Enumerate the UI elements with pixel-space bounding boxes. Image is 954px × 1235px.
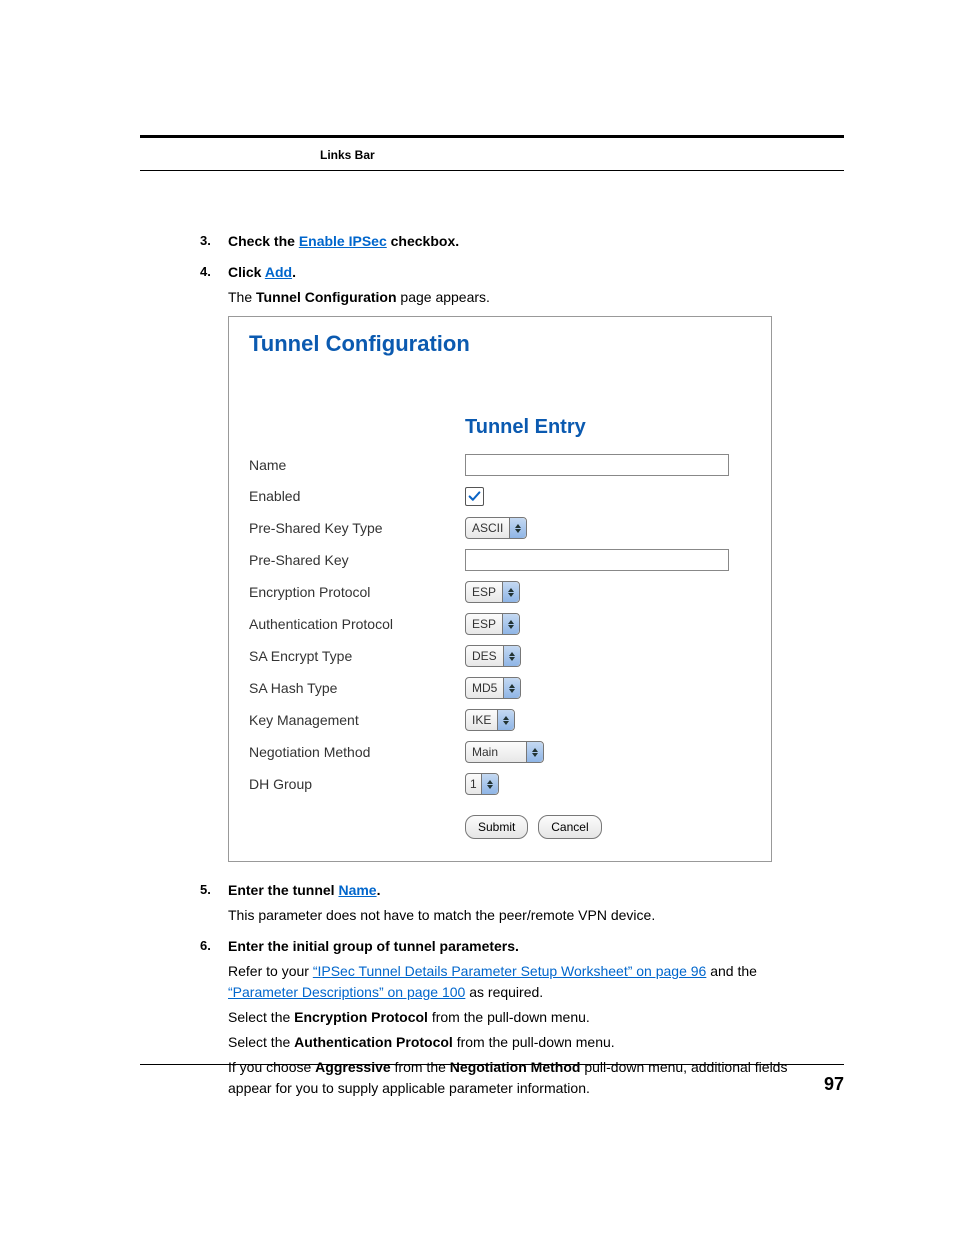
s6-l1-post: as required. (465, 984, 543, 1000)
neg-method-value: Main (466, 742, 526, 762)
psk-type-value: ASCII (466, 518, 509, 538)
step-6-line1: Refer to your “IPSec Tunnel Details Para… (228, 961, 824, 1003)
s6-l4-bold2: Negotiation Method (450, 1059, 581, 1075)
step-6: 6. Enter the initial group of tunnel par… (200, 936, 824, 1099)
s6-l3-pre: Select the (228, 1034, 294, 1050)
label-neg-method: Negotiation Method (249, 742, 465, 763)
label-psk-type: Pre-Shared Key Type (249, 518, 465, 539)
step-3-pre: Check the (228, 233, 299, 249)
link-add[interactable]: Add (265, 264, 292, 280)
step-5-pre: Enter the tunnel (228, 882, 338, 898)
label-dh-group: DH Group (249, 774, 465, 795)
s6-l4-bold1: Aggressive (315, 1059, 390, 1075)
step-5: 5. Enter the tunnel Name. This parameter… (200, 880, 824, 926)
enc-proto-value: ESP (466, 582, 502, 602)
name-input[interactable] (465, 454, 729, 476)
form-title: Tunnel Configuration (249, 327, 751, 360)
sa-hash-select[interactable]: MD5 (465, 677, 521, 699)
step-4-sub-pre: The (228, 289, 256, 305)
label-enc-proto: Encryption Protocol (249, 582, 465, 603)
label-psk: Pre-Shared Key (249, 550, 465, 571)
label-sa-hash: SA Hash Type (249, 678, 465, 699)
page-number: 97 (824, 1074, 844, 1095)
checkmark-icon (468, 490, 481, 503)
step-5-number: 5. (200, 880, 211, 900)
page: Links Bar 3. Check the Enable IPSec chec… (0, 0, 954, 1235)
stepper-icon (503, 678, 520, 698)
s6-l3-post: from the pull-down menu. (453, 1034, 615, 1050)
stepper-icon (497, 710, 514, 730)
step-5-post: . (377, 882, 381, 898)
label-enabled: Enabled (249, 486, 465, 507)
s6-l4-pre: If you choose (228, 1059, 315, 1075)
dh-group-select[interactable]: 1 (465, 773, 499, 795)
label-key-mgmt: Key Management (249, 710, 465, 731)
step-4-sub: The Tunnel Configuration page appears. (228, 287, 824, 308)
step-6-title: Enter the initial group of tunnel parame… (228, 938, 519, 954)
sa-encrypt-value: DES (466, 646, 503, 666)
label-name: Name (249, 455, 465, 476)
rule-heavy (140, 135, 844, 138)
tunnel-config-screenshot: Tunnel Configuration Tunnel Entry Name E… (228, 316, 772, 862)
cancel-button[interactable]: Cancel (538, 815, 601, 839)
step-3-post: checkbox. (387, 233, 459, 249)
link-name[interactable]: Name (338, 882, 376, 898)
step-3: 3. Check the Enable IPSec checkbox. (200, 231, 824, 252)
stepper-icon (502, 582, 519, 602)
psk-input[interactable] (465, 549, 729, 571)
step-4-post: . (292, 264, 296, 280)
step-4-pre: Click (228, 264, 265, 280)
s6-l2-post: from the pull-down menu. (428, 1009, 590, 1025)
step-6-line2: Select the Encryption Protocol from the … (228, 1007, 824, 1028)
step-4-sub-post: page appears. (397, 289, 490, 305)
step-5-sub: This parameter does not have to match th… (228, 905, 824, 926)
step-6-line3: Select the Authentication Protocol from … (228, 1032, 824, 1053)
enc-proto-select[interactable]: ESP (465, 581, 520, 603)
s6-l1-mid: and the (706, 963, 757, 979)
step-4: 4. Click Add. The Tunnel Configuration p… (200, 262, 824, 862)
content: 3. Check the Enable IPSec checkbox. 4. C… (200, 231, 824, 1099)
sa-hash-value: MD5 (466, 678, 503, 698)
key-mgmt-select[interactable]: IKE (465, 709, 515, 731)
s6-l1-pre: Refer to your (228, 963, 313, 979)
s6-l4-mid: from the (391, 1059, 450, 1075)
s6-l2-pre: Select the (228, 1009, 294, 1025)
psk-type-select[interactable]: ASCII (465, 517, 527, 539)
label-sa-encrypt: SA Encrypt Type (249, 646, 465, 667)
link-enable-ipsec[interactable]: Enable IPSec (299, 233, 387, 249)
s6-l3-bold: Authentication Protocol (294, 1034, 453, 1050)
dh-group-value: 1 (466, 774, 481, 794)
step-6-number: 6. (200, 936, 211, 956)
form-section-title: Tunnel Entry (465, 412, 751, 442)
stepper-icon (526, 742, 543, 762)
rule-light (140, 170, 844, 171)
sa-encrypt-select[interactable]: DES (465, 645, 521, 667)
submit-button[interactable]: Submit (465, 815, 528, 839)
stepper-icon (502, 614, 519, 634)
step-4-number: 4. (200, 262, 211, 282)
auth-proto-value: ESP (466, 614, 502, 634)
stepper-icon (503, 646, 520, 666)
step-4-sub-bold: Tunnel Configuration (256, 289, 397, 305)
enabled-checkbox[interactable] (465, 487, 484, 506)
bottom-rule (140, 1064, 844, 1065)
step-3-number: 3. (200, 231, 211, 251)
button-row: Submit Cancel (465, 815, 751, 839)
link-param-descriptions[interactable]: “Parameter Descriptions” on page 100 (228, 984, 465, 1000)
key-mgmt-value: IKE (466, 710, 497, 730)
auth-proto-select[interactable]: ESP (465, 613, 520, 635)
neg-method-select[interactable]: Main (465, 741, 544, 763)
stepper-icon (481, 774, 498, 794)
link-ipsec-worksheet[interactable]: “IPSec Tunnel Details Parameter Setup Wo… (313, 963, 707, 979)
label-auth-proto: Authentication Protocol (249, 614, 465, 635)
stepper-icon (509, 518, 526, 538)
header-links-bar: Links Bar (140, 144, 844, 170)
s6-l2-bold: Encryption Protocol (294, 1009, 428, 1025)
